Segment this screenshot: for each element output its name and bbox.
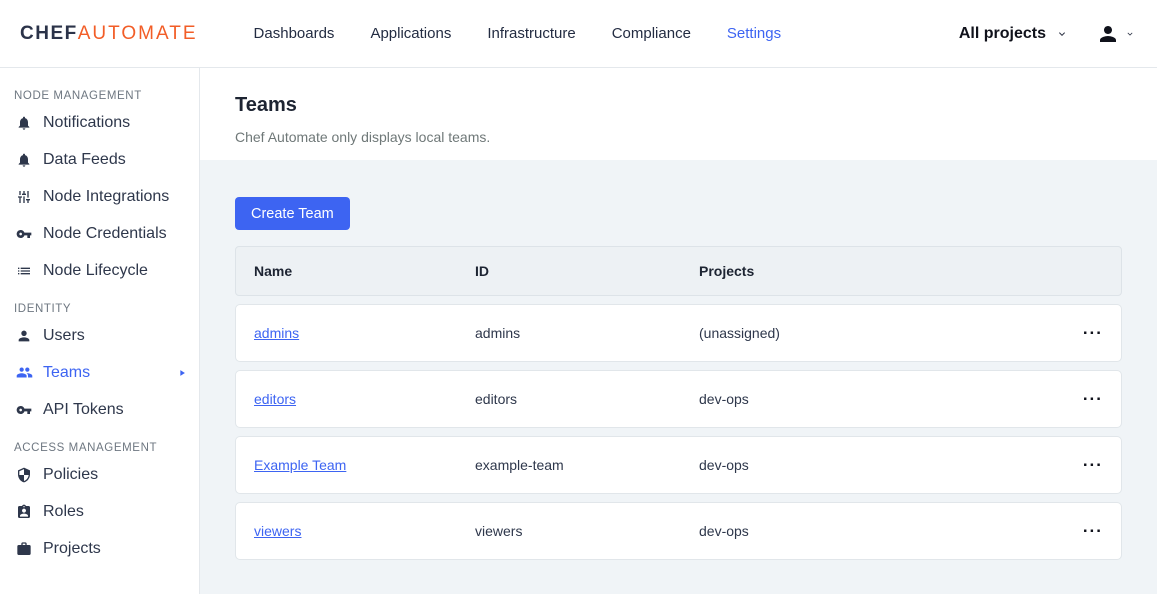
team-name-link[interactable]: Example Team [254,457,346,473]
sidebar-item-teams[interactable]: Teams [0,354,199,391]
logo-automate: AUTOMATE [77,22,198,44]
table-row: Example Team example-team dev-ops ... [235,436,1122,494]
sliders-icon [15,189,33,205]
sidebar-item-label: API Tokens [43,400,124,418]
row-menu-button[interactable]: ... [1083,386,1103,408]
page-subtitle: Chef Automate only displays local teams. [235,129,491,145]
key-icon [15,402,33,418]
team-name-link[interactable]: viewers [254,523,301,539]
team-id: editors [475,391,518,407]
teams-table: Name ID Projects admins admins (unassign… [235,246,1122,560]
sidebar-item-node-integrations[interactable]: Node Integrations [0,178,199,215]
table-row: editors editors dev-ops ... [235,370,1122,428]
column-header-id: ID [475,263,489,279]
bell-icon [15,152,33,168]
section-label-identity: IDENTITY [14,303,72,315]
sidebar-item-node-lifecycle[interactable]: Node Lifecycle [0,252,199,289]
team-name-link[interactable]: editors [254,391,296,407]
table-row: viewers viewers dev-ops ... [235,502,1122,560]
page-body: Create Team Name ID Projects admins admi… [200,160,1157,594]
sidebar-item-label: Data Feeds [43,150,126,168]
badge-icon [15,504,33,520]
sidebar-item-label: Policies [43,465,99,483]
table-row: admins admins (unassigned) ... [235,304,1122,362]
sidebar-item-label: Roles [43,502,84,520]
sidebar-item-roles[interactable]: Roles [0,493,199,530]
user-avatar-icon [1096,22,1120,46]
sidebar-item-users[interactable]: Users [0,317,199,354]
user-menu[interactable] [1096,22,1135,46]
chevron-right-icon [177,368,187,378]
sidebar-item-label: Notifications [43,113,131,131]
row-menu-button[interactable]: ... [1083,452,1103,474]
person-icon [15,328,33,344]
top-navigation: CHEF AUTOMATE Dashboards Applications Inf… [0,0,1157,68]
projects-filter-dropdown[interactable]: All projects [959,25,1068,43]
table-header-row: Name ID Projects [235,246,1122,296]
column-header-projects: Projects [699,263,755,279]
team-projects: dev-ops [699,457,749,473]
list-icon [15,263,33,279]
bell-icon [15,115,33,131]
row-menu-button[interactable]: ... [1083,320,1103,342]
chevron-down-icon [1125,29,1135,39]
team-id: example-team [475,457,564,473]
nav-settings[interactable]: Settings [727,25,781,42]
settings-sidebar: NODE MANAGEMENT Notifications Data Feeds… [0,68,200,594]
section-label-access-management: ACCESS MANAGEMENT [14,442,158,454]
nav-dashboards[interactable]: Dashboards [254,25,335,42]
sidebar-item-notifications[interactable]: Notifications [0,104,199,141]
create-team-button[interactable]: Create Team [235,197,350,230]
sidebar-item-label: Users [43,326,85,344]
sidebar-item-policies[interactable]: Policies [0,456,199,493]
briefcase-icon [15,541,33,557]
projects-filter-label: All projects [958,24,1046,42]
nav-infrastructure[interactable]: Infrastructure [487,25,575,42]
column-header-name: Name [254,263,293,279]
sidebar-item-label: Projects [43,539,101,557]
logo-chef: CHEF [20,22,78,44]
row-menu-button[interactable]: ... [1083,518,1103,540]
page-header: Teams Chef Automate only displays local … [200,68,1157,160]
sidebar-item-node-credentials[interactable]: Node Credentials [0,215,199,252]
chef-automate-logo[interactable]: CHEF AUTOMATE [20,23,198,45]
sidebar-item-data-feeds[interactable]: Data Feeds [0,141,199,178]
sidebar-item-label: Node Credentials [43,224,167,242]
sidebar-item-label: Teams [43,363,91,381]
team-projects: dev-ops [699,391,749,407]
team-projects: (unassigned) [699,325,780,341]
chevron-down-icon [1056,28,1068,40]
team-id: viewers [475,523,523,539]
shield-icon [15,467,33,483]
sidebar-item-api-tokens[interactable]: API Tokens [0,391,199,428]
nav-applications[interactable]: Applications [370,25,451,42]
sidebar-item-projects[interactable]: Projects [0,530,199,567]
main-content: Teams Chef Automate only displays local … [200,68,1157,594]
team-name-link[interactable]: admins [254,325,299,341]
section-label-node-management: NODE MANAGEMENT [14,90,142,102]
nav-compliance[interactable]: Compliance [612,25,691,42]
sidebar-item-label: Node Integrations [43,187,170,205]
key-icon [15,226,33,242]
team-id: admins [475,325,521,341]
page-title: Teams [235,94,297,116]
group-icon [15,364,33,381]
topnav-right: All projects [959,22,1135,46]
sidebar-item-label: Node Lifecycle [43,261,148,279]
team-projects: dev-ops [699,523,749,539]
primary-nav: Dashboards Applications Infrastructure C… [254,25,782,42]
